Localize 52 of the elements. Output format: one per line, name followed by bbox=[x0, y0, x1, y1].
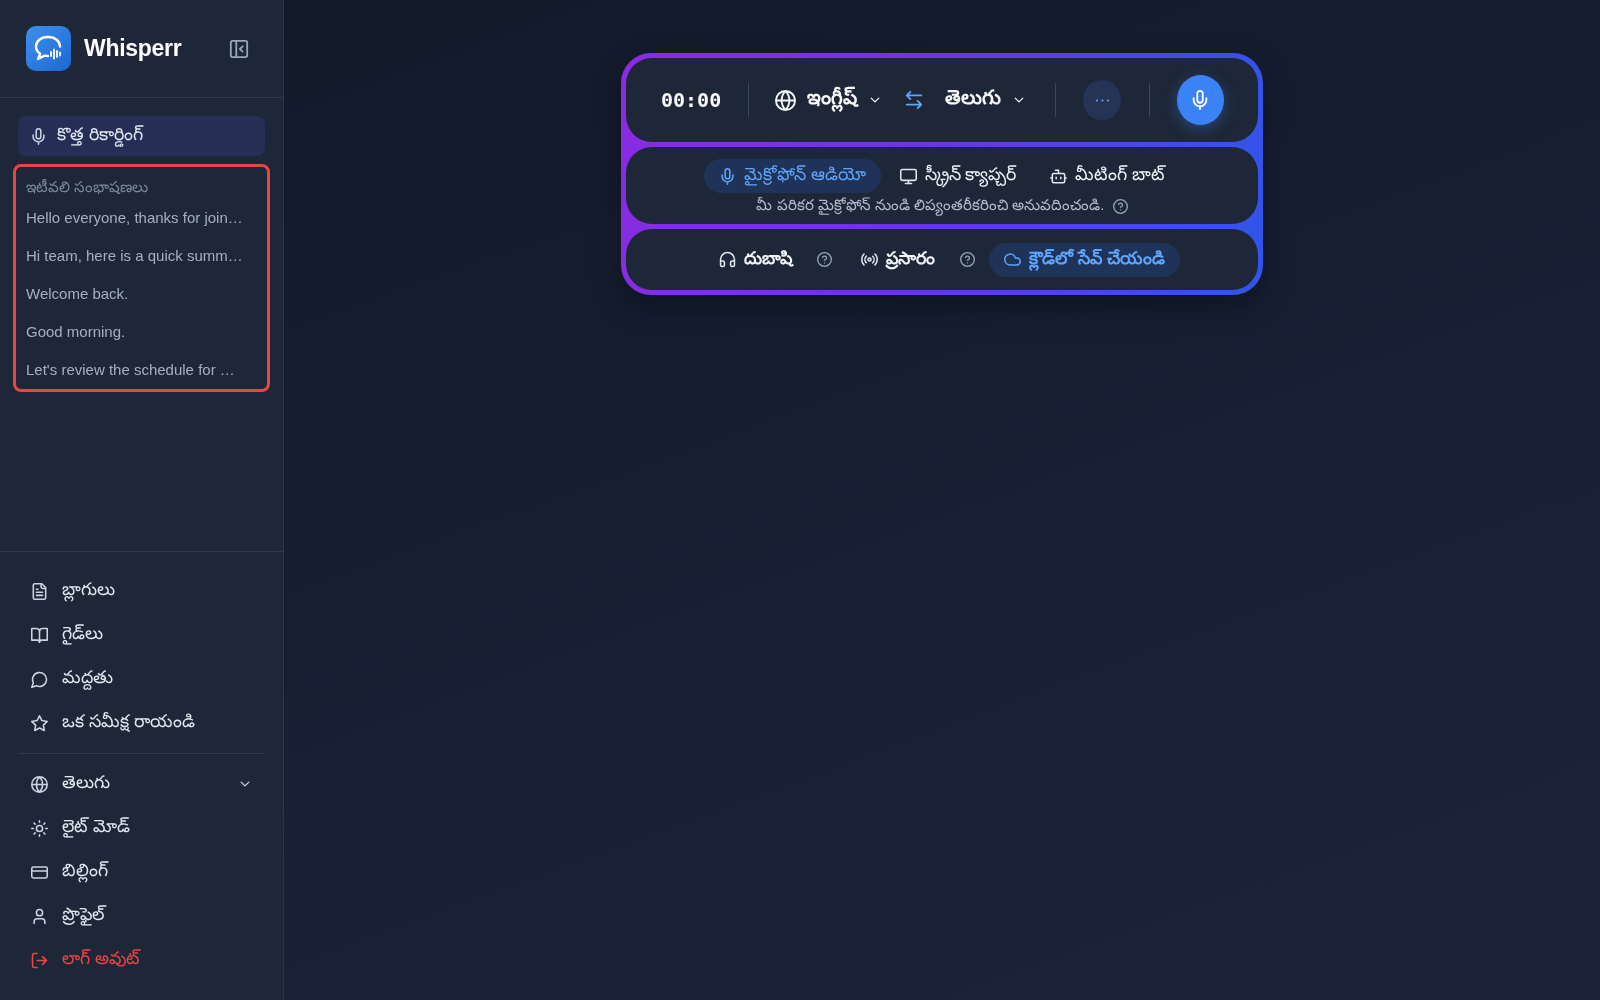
conversation-link[interactable]: Hello everyone, thanks for join… bbox=[26, 199, 257, 237]
mode-tab[interactable]: స్క్రీన్ క్యాప్చర్ bbox=[884, 159, 1032, 193]
conversation-link[interactable]: Good morning. bbox=[26, 313, 257, 351]
menu-link[interactable]: లైట్ మోడ్ bbox=[18, 806, 265, 850]
section-heading: ఇటీవలి సంభాషణలు bbox=[26, 177, 150, 197]
record-button[interactable] bbox=[1176, 75, 1224, 125]
nav-link[interactable]: ఒక సమీక్ష రాయండి bbox=[18, 701, 265, 745]
nav-link[interactable]: బ్లాగులు bbox=[18, 569, 265, 613]
document-icon bbox=[31, 582, 48, 600]
credit-card-icon bbox=[31, 863, 48, 881]
nav-link[interactable]: గైడ్‌లు bbox=[18, 613, 265, 657]
chat-bubble-icon bbox=[31, 670, 48, 688]
nav-link[interactable]: మద్దతు bbox=[18, 657, 265, 701]
new-recording-button[interactable]: కొత్త రికార్డింగ్ bbox=[18, 116, 265, 156]
app-name: Whisperr bbox=[84, 35, 182, 62]
user-icon bbox=[31, 907, 48, 925]
swap-arrows-icon bbox=[904, 90, 925, 110]
conversation-link[interactable]: Hi team, here is a quick summ… bbox=[26, 237, 257, 275]
headphones-icon bbox=[719, 251, 737, 268]
conversation-link[interactable]: Let's review the schedule for … bbox=[26, 351, 257, 389]
mode-tab[interactable]: మీటింగ్ బాట్ bbox=[1035, 159, 1181, 193]
globe-icon bbox=[31, 775, 48, 793]
source-language-dropdown[interactable]: ఇంగ్లీష్ bbox=[775, 86, 883, 114]
app-logo-icon bbox=[26, 26, 71, 71]
menu-link[interactable]: బిల్లింగ్ bbox=[18, 850, 265, 894]
robot-icon bbox=[1050, 167, 1068, 185]
target-language-dropdown[interactable]: తెలుగు bbox=[945, 86, 1027, 114]
collapse-sidebar-button[interactable] bbox=[229, 38, 249, 59]
menu-link[interactable]: ప్రొఫైల్ bbox=[18, 894, 265, 938]
sun-icon bbox=[31, 819, 48, 837]
logout-link[interactable]: లాగ్ అవుట్ bbox=[18, 938, 265, 982]
option-toggle[interactable]: దుబాషి bbox=[704, 242, 808, 277]
microphone-icon bbox=[30, 127, 47, 145]
sidebar-collapse-icon bbox=[229, 38, 249, 59]
ellipsis-icon bbox=[1094, 98, 1110, 102]
book-icon bbox=[31, 626, 48, 644]
swap-languages-button[interactable] bbox=[904, 90, 925, 110]
mode-tab[interactable]: మైక్రోఫోన్ ఆడియో bbox=[703, 159, 881, 193]
star-icon bbox=[31, 714, 48, 732]
broadcast-icon bbox=[861, 251, 879, 268]
help-icon bbox=[1112, 199, 1128, 214]
conversation-link[interactable]: Welcome back. bbox=[26, 275, 257, 313]
option-toggle[interactable]: ప్రసారం bbox=[846, 242, 951, 277]
timer: 00:00 bbox=[661, 88, 722, 112]
cloud-icon bbox=[1004, 251, 1022, 268]
monitor-icon bbox=[899, 167, 917, 185]
language-select[interactable]: తెలుగు bbox=[18, 762, 265, 806]
mode-description: మీ పరికర మైక్రోఫోన్ నుండి లిప్యంతరీకరించి అనువదించండి. bbox=[756, 196, 1105, 217]
globe-icon bbox=[775, 89, 797, 111]
microphone-icon bbox=[718, 167, 736, 185]
logout-icon bbox=[31, 951, 48, 969]
option-toggle[interactable]: క్లౌడ్‌లో సేవ్ చేయండి bbox=[989, 242, 1180, 277]
